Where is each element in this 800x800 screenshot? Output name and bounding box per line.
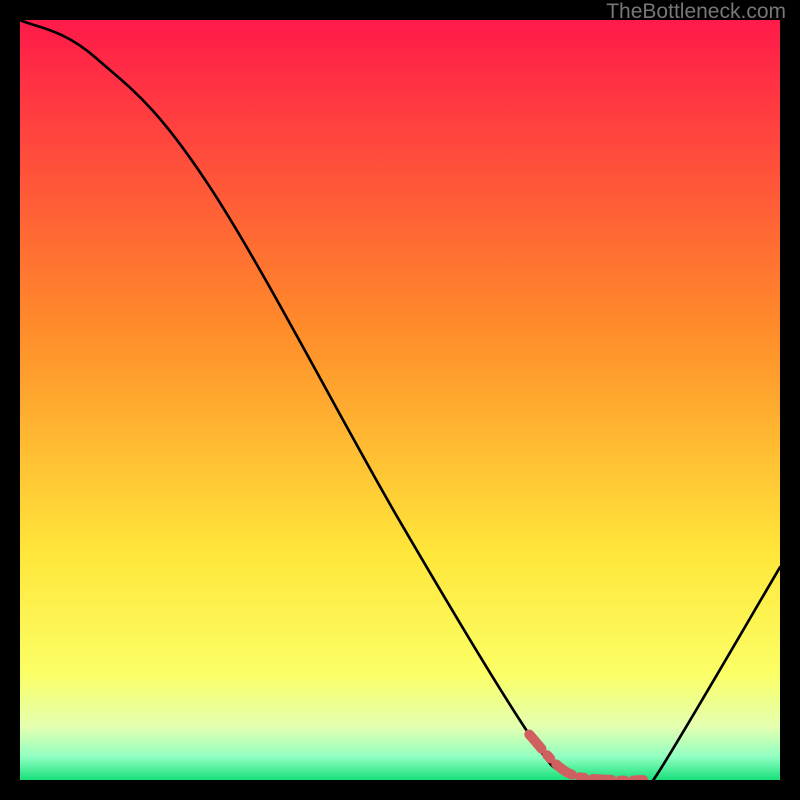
chart-background-gradient <box>20 20 780 780</box>
chart-plot-area <box>20 20 780 780</box>
